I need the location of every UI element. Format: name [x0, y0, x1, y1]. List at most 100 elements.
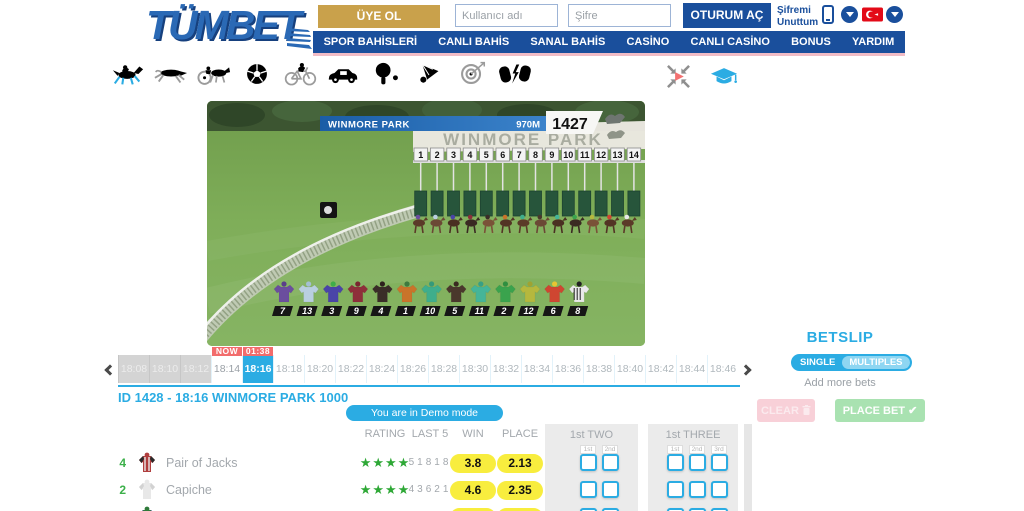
place-bet-button[interactable]: PLACE BET ✔	[835, 399, 925, 422]
time-tab-18-12[interactable]: 18:12	[180, 355, 211, 383]
time-tab-18-08[interactable]: 18:08	[118, 355, 149, 383]
time-tab-18-26[interactable]: 18:26	[397, 355, 428, 383]
login-button[interactable]: OTURUM AÇ	[683, 3, 771, 28]
first-two-1st-checkbox[interactable]	[580, 454, 597, 471]
svg-text:6: 6	[500, 150, 505, 160]
mobile-icon[interactable]	[822, 5, 834, 24]
time-tab-18-38[interactable]: 18:38	[583, 355, 614, 383]
demo-mode-icon[interactable]	[710, 66, 738, 87]
clear-betslip-button[interactable]: CLEAR	[757, 399, 815, 422]
svg-text:WINMORE PARK: WINMORE PARK	[328, 120, 410, 131]
col-header-win: WIN	[450, 428, 496, 440]
time-tab-18-18[interactable]: 18:18	[273, 355, 304, 383]
first-three-3rd-checkbox[interactable]	[711, 481, 728, 498]
time-tab-18-10[interactable]: 18:10	[149, 355, 180, 383]
betslip-title: BETSLIP	[760, 329, 920, 346]
svg-text:1427: 1427	[552, 116, 588, 133]
time-tab-18-22[interactable]: 18:22	[335, 355, 366, 383]
first-three-3rd-checkbox[interactable]	[711, 454, 728, 471]
sport-tab-badminton[interactable]	[411, 62, 447, 90]
nav-underline	[313, 53, 905, 56]
collapse-view-icon[interactable]	[666, 64, 691, 89]
svg-text:8: 8	[533, 150, 538, 160]
first-two-2nd-checkbox[interactable]	[602, 481, 619, 498]
svg-text:13: 13	[302, 306, 312, 316]
first-three-2nd-checkbox[interactable]	[689, 481, 706, 498]
time-tab-18-14[interactable]: 18:14NOW	[211, 355, 242, 383]
svg-text:4: 4	[377, 306, 383, 316]
svg-text:8: 8	[575, 306, 580, 316]
first-three-2nd-checkbox[interactable]	[689, 454, 706, 471]
nav-item-canli-casi-no[interactable]: CANLI CASİNO	[690, 36, 769, 48]
tab-multiples[interactable]: MULTIPLES	[842, 356, 909, 369]
runner-silk-icon	[136, 506, 158, 511]
svg-text:5: 5	[484, 150, 489, 160]
logo-flag-icon	[286, 26, 312, 52]
schedule-tabs: 18:0818:1018:1218:14NOW18:1601:3818:1818…	[118, 355, 738, 383]
time-tab-18-32[interactable]: 18:32	[490, 355, 521, 383]
time-tab-18-40[interactable]: 18:40	[614, 355, 645, 383]
sport-tab-speedway[interactable]	[497, 62, 533, 90]
svg-text:9: 9	[549, 150, 554, 160]
time-tab-18-24[interactable]: 18:24	[366, 355, 397, 383]
col-header-last5: LAST 5	[405, 428, 455, 440]
nav-item-spor-bahi-sleri[interactable]: SPOR BAHİSLERİ	[324, 36, 418, 48]
mobile-dropdown-icon[interactable]	[841, 6, 858, 23]
col-header-first-three: 1st THREE	[648, 429, 738, 441]
forgot-password-link[interactable]: Şifremi Unuttum	[777, 5, 818, 28]
time-tab-18-16[interactable]: 18:1601:38	[242, 355, 273, 383]
password-input[interactable]	[568, 4, 671, 27]
sport-tab-motor-racing[interactable]	[325, 62, 361, 90]
forgot-line1: Şifremi	[777, 5, 818, 17]
badminton-icon	[412, 61, 446, 92]
time-tab-18-20[interactable]: 18:20	[304, 355, 335, 383]
table-tennis-icon	[369, 61, 403, 92]
sport-tab-cycling[interactable]	[282, 62, 318, 90]
sport-tab-horse-racing[interactable]	[110, 62, 146, 90]
race-video-player[interactable]: WINMORE PARK1234567891011121314713394110…	[207, 101, 645, 346]
sport-tab-greyhounds[interactable]	[153, 62, 189, 90]
time-tab-18-30[interactable]: 18:30	[459, 355, 490, 383]
win-odds-button[interactable]: 4.6	[450, 481, 496, 500]
nav-item-canli-bahi-s[interactable]: CANLI BAHİS	[438, 36, 509, 48]
language-dropdown-icon[interactable]	[886, 6, 903, 23]
place-odds-button[interactable]: 2.35	[497, 481, 543, 500]
tab-single[interactable]: SINGLE	[793, 356, 842, 369]
first-three-1st-checkbox[interactable]	[667, 454, 684, 471]
greyhounds-icon	[154, 61, 188, 92]
svg-text:14: 14	[629, 150, 639, 160]
svg-text:1: 1	[418, 150, 423, 160]
svg-text:970M: 970M	[516, 120, 540, 131]
time-tab-18-46[interactable]: 18:46	[707, 355, 738, 383]
motor-racing-icon	[326, 61, 360, 92]
nav-item-casi-no[interactable]: CASİNO	[626, 36, 669, 48]
sport-tab-soccer[interactable]	[239, 62, 275, 90]
username-input[interactable]	[455, 4, 558, 27]
runner-row-capiche: 2Capiche★★★★436214.62.35	[100, 477, 752, 504]
schedule-next-icon[interactable]	[742, 366, 751, 375]
nav-item-yardim[interactable]: YARDIM	[852, 36, 894, 48]
schedule-prev-icon[interactable]	[106, 366, 115, 375]
soccer-icon	[240, 61, 274, 92]
register-button[interactable]: ÜYE OL	[318, 5, 440, 28]
time-tab-18-44[interactable]: 18:44	[676, 355, 707, 383]
sports-tabs	[110, 62, 533, 90]
time-tab-18-34[interactable]: 18:34	[521, 355, 552, 383]
turkish-flag-icon[interactable]	[862, 7, 883, 22]
nav-item-sanal-bahi-s[interactable]: SANAL BAHİS	[530, 36, 605, 48]
time-tab-18-36[interactable]: 18:36	[552, 355, 583, 383]
nav-item-bonus[interactable]: BONUS	[791, 36, 831, 48]
first-two-2nd-checkbox[interactable]	[602, 454, 619, 471]
time-tab-18-42[interactable]: 18:42	[645, 355, 676, 383]
place-bet-label: PLACE BET	[843, 405, 905, 417]
time-tab-18-28[interactable]: 18:28	[428, 355, 459, 383]
first-two-1st-checkbox[interactable]	[580, 481, 597, 498]
sport-tab-darts[interactable]	[454, 62, 490, 90]
sport-tab-harness[interactable]	[196, 62, 232, 90]
sport-tab-table-tennis[interactable]	[368, 62, 404, 90]
win-odds-button[interactable]: 3.8	[450, 454, 496, 473]
place-odds-button[interactable]: 2.13	[497, 454, 543, 473]
svg-text:13: 13	[612, 150, 622, 160]
first-three-1st-checkbox[interactable]	[667, 481, 684, 498]
runner-last5: 51818	[405, 457, 455, 468]
